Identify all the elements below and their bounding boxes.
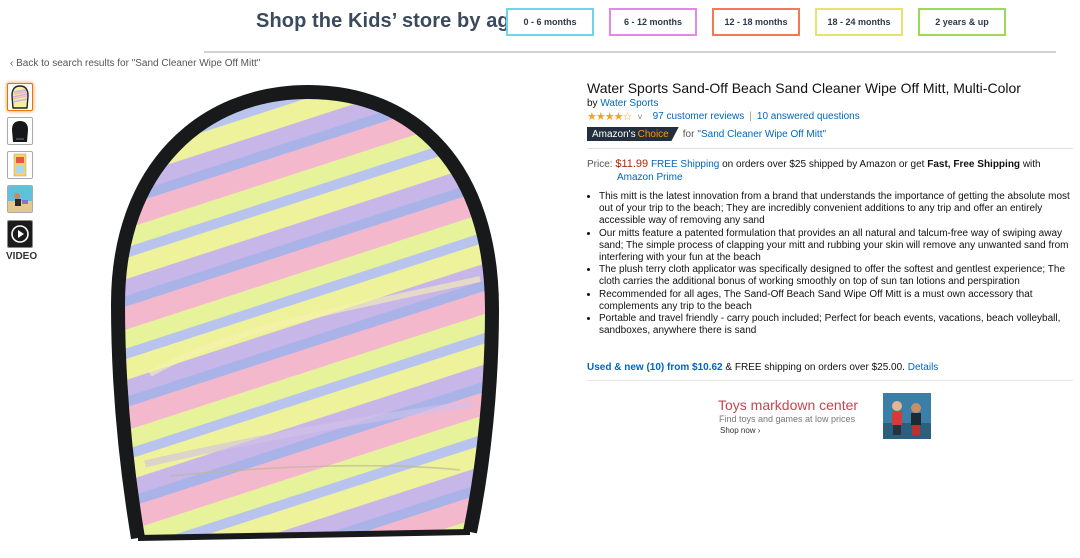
toys-markdown-ad[interactable]: Toys markdown center Find toys and games… — [718, 392, 938, 442]
fast-free-shipping-text: Fast, Free Shipping — [927, 159, 1021, 170]
ad-subtitle: Find toys and games at low prices — [719, 414, 856, 424]
details-link[interactable]: Details — [908, 362, 939, 373]
brand-link[interactable]: Water Sports — [600, 98, 658, 109]
choice-for-label: for — [682, 128, 695, 140]
feature-bullet: Recommended for all ages, The Sand-Off B… — [599, 289, 1073, 313]
chevron-down-icon[interactable]: ˅ — [637, 112, 642, 122]
play-video-icon — [8, 221, 32, 247]
used-divider — [587, 380, 1073, 381]
price-label: Price: — [587, 159, 613, 170]
age-button-6-12-months[interactable]: 6 - 12 months — [609, 8, 697, 36]
badge-text-choice: Choice — [637, 128, 669, 140]
back-to-search-link[interactable]: ‹ Back to search results for "Sand Clean… — [10, 58, 260, 69]
banner-title: Shop the Kids’ store by age — [256, 10, 521, 32]
feature-bullet: Portable and travel friendly - carry pou… — [599, 313, 1073, 337]
package-thumbnail[interactable] — [7, 151, 33, 179]
shipping-with-text: with — [1022, 159, 1041, 170]
star-rating-icon[interactable]: ★★★★☆ — [587, 110, 632, 123]
amazon-prime-link[interactable]: Amazon Prime — [587, 171, 1073, 184]
product-main-image[interactable] — [110, 74, 502, 550]
free-shipping-link[interactable]: FREE Shipping — [651, 159, 719, 170]
ad-kids-image[interactable] — [883, 393, 931, 439]
amazons-choice-badge: Amazon's Choice — [587, 127, 679, 141]
shipping-text: on orders over $25 shipped by Amazon or … — [722, 159, 925, 170]
feature-bullet: Our mitts feature a patented formulation… — [599, 228, 1073, 265]
feature-bullets: This mitt is the latest innovation from … — [587, 191, 1073, 337]
age-button-12-18-months[interactable]: 12 - 18 months — [712, 8, 800, 36]
badge-text-amazons: Amazon's — [592, 128, 636, 140]
banner-divider — [204, 51, 1056, 53]
used-and-new-link[interactable]: Used & new (10) from $10.62 — [587, 362, 723, 373]
age-button-18-24-months[interactable]: 18 - 24 months — [815, 8, 903, 36]
used-and-new-row: Used & new (10) from $10.62 & FREE shipp… — [587, 362, 938, 373]
kids-store-banner: Shop the Kids’ store by age 0 - 6 months… — [0, 0, 1080, 53]
answered-questions-link[interactable]: 10 answered questions — [757, 111, 860, 122]
age-button-2-years-up[interactable]: 2 years & up — [918, 8, 1006, 36]
rating-row: ★★★★☆ ˅ 97 customer reviews | 10 answere… — [587, 110, 860, 123]
video-thumbnail[interactable] — [7, 220, 33, 248]
customer-reviews-link[interactable]: 97 customer reviews — [653, 111, 745, 122]
age-button-0-6-months[interactable]: 0 - 6 months — [506, 8, 594, 36]
by-line: by Water Sports — [587, 98, 658, 109]
beach-scene-thumbnail[interactable] — [7, 185, 33, 213]
video-label: VIDEO — [6, 251, 38, 262]
choice-query-link[interactable]: "Sand Cleaner Wipe Off Mitt" — [697, 129, 826, 140]
ad-title[interactable]: Toys markdown center — [718, 397, 858, 413]
mitt-black-thumbnail[interactable] — [7, 117, 33, 145]
mitt-pastel-thumbnail[interactable] — [7, 83, 33, 111]
price-block: Price: $11.99 FREE Shipping on orders ov… — [587, 158, 1073, 184]
section-divider — [587, 148, 1073, 149]
shop-now-link[interactable]: Shop now › — [720, 426, 760, 435]
feature-bullet: The plush terry cloth applicator was spe… — [599, 264, 1073, 288]
by-label: by — [587, 98, 598, 109]
product-title: Water Sports Sand-Off Beach Sand Cleaner… — [587, 80, 1021, 96]
amazons-choice-row: Amazon's Choice for "Sand Cleaner Wipe Of… — [587, 127, 826, 141]
feature-bullet: This mitt is the latest innovation from … — [599, 191, 1073, 228]
rating-separator: | — [749, 111, 752, 122]
used-shipping-text: & FREE shipping on orders over $25.00. — [725, 362, 905, 373]
price-value: $11.99 — [615, 158, 649, 170]
